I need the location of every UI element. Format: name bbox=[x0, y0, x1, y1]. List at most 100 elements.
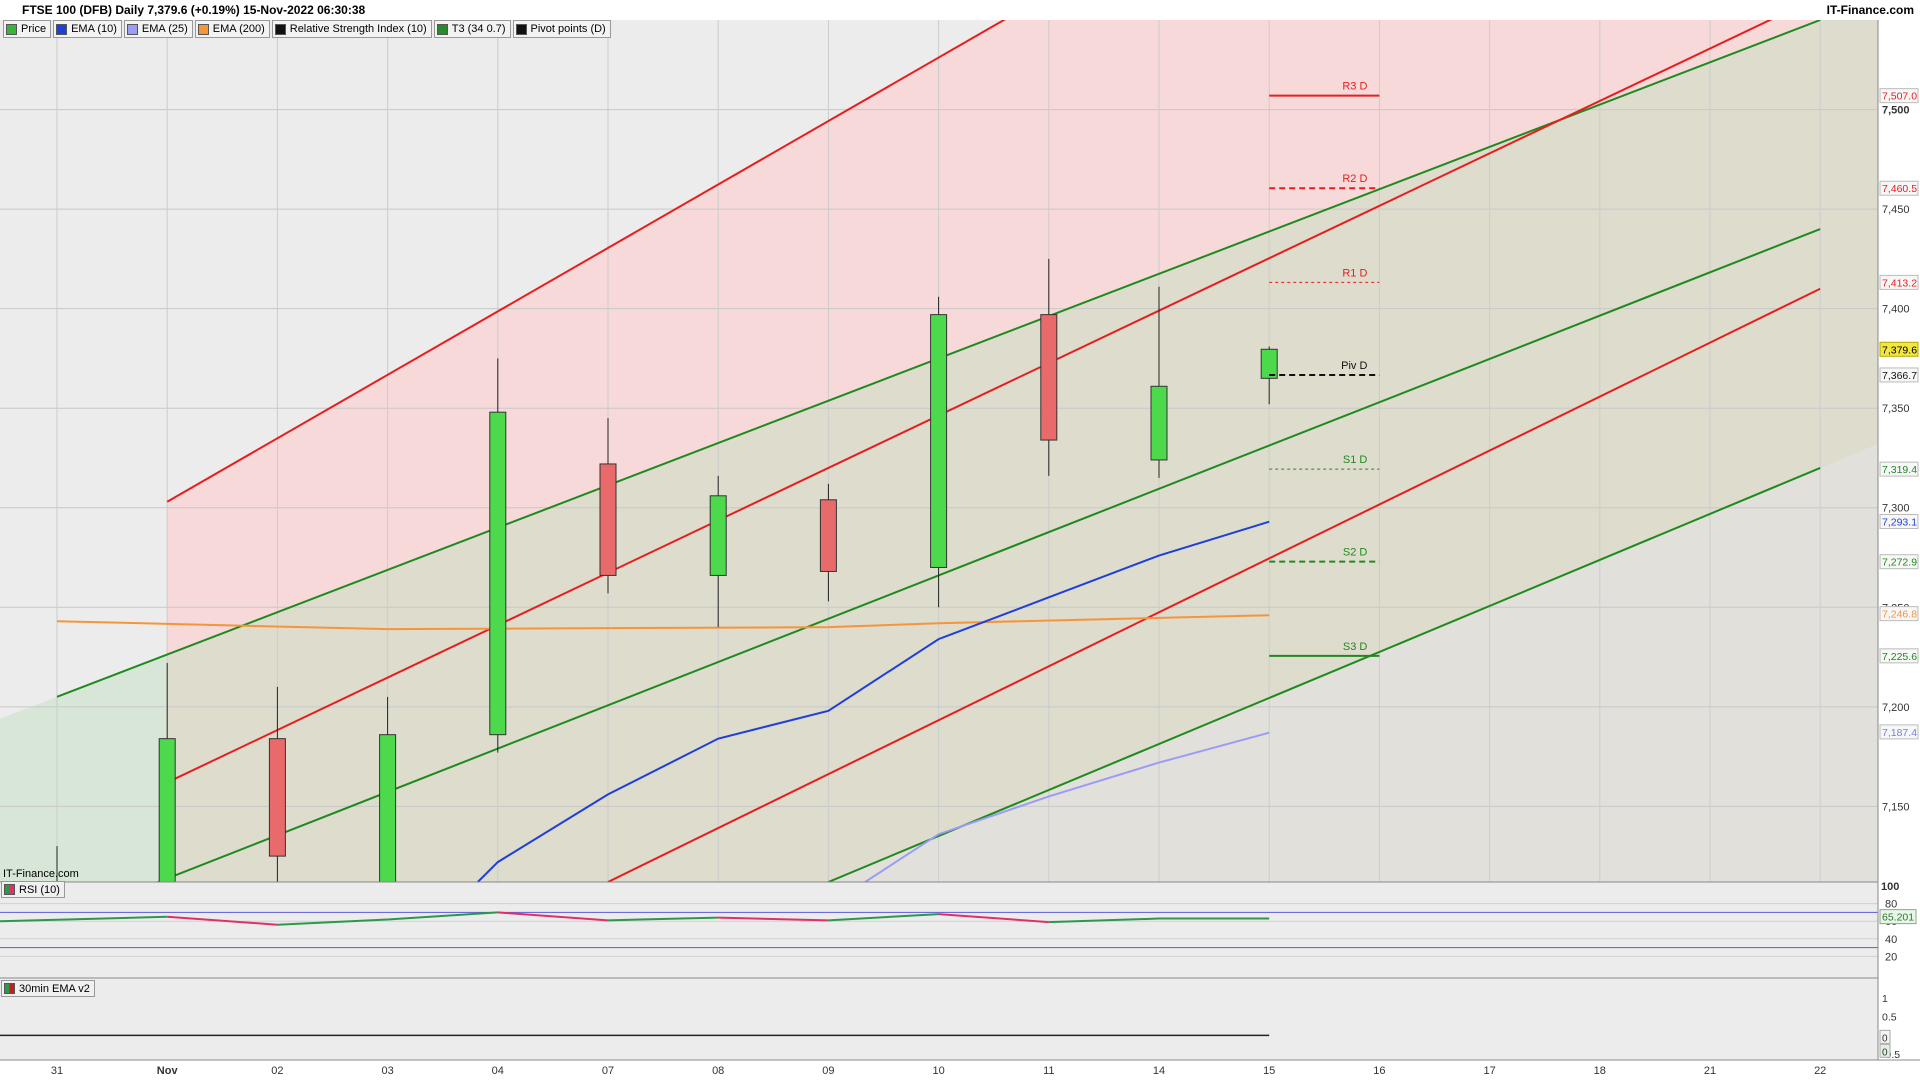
pivot-label: R2 D bbox=[1342, 173, 1367, 185]
value-badge: 7,293.1 bbox=[1879, 513, 1919, 529]
pivot-price-badge: 7,272.9 bbox=[1879, 554, 1919, 570]
ema-value-badge: 0 bbox=[1879, 1029, 1891, 1044]
rsi-panel-tag[interactable]: RSI (10) bbox=[1, 881, 65, 898]
legend-item[interactable]: EMA (200) bbox=[194, 20, 270, 38]
badge-text: 7,413.2 bbox=[1882, 277, 1917, 289]
badge-text: 7,246.8 bbox=[1882, 609, 1917, 621]
value-badge: 7,246.8 bbox=[1879, 606, 1919, 622]
legend-swatch-icon bbox=[515, 23, 527, 35]
x-tick-label: 15 bbox=[1263, 1065, 1275, 1077]
candle-body-down bbox=[1040, 314, 1058, 441]
chart-title: FTSE 100 (DFB) Daily 7,379.6 (+0.19%) 15… bbox=[22, 3, 366, 17]
x-tick-label: 10 bbox=[932, 1065, 944, 1077]
x-tick-label: 07 bbox=[602, 1065, 614, 1077]
badge-text: 0 bbox=[1882, 1033, 1888, 1044]
y-tick-label: 7,450 bbox=[1882, 204, 1910, 216]
badge-text: 7,293.1 bbox=[1882, 516, 1917, 528]
pivot-price-badge: 7,460.5 bbox=[1879, 180, 1919, 196]
candle-body-down bbox=[599, 463, 617, 576]
pivot-label: S3 D bbox=[1343, 641, 1368, 653]
x-axis-background bbox=[0, 1060, 1920, 1080]
legend-swatch-icon bbox=[56, 23, 68, 35]
x-tick-label: 14 bbox=[1153, 1065, 1165, 1077]
rsi-tick-label: 80 bbox=[1885, 899, 1897, 911]
x-tick-label: 18 bbox=[1594, 1065, 1606, 1077]
legend-label: Pivot points (D) bbox=[530, 23, 606, 35]
pivot-price-badge: 7,366.7 bbox=[1879, 367, 1919, 383]
legend-item[interactable]: Pivot points (D) bbox=[512, 20, 611, 38]
legend-label: T3 (34 0.7) bbox=[451, 23, 506, 35]
x-tick-label: 17 bbox=[1483, 1065, 1495, 1077]
value-badge: 7,187.4 bbox=[1879, 724, 1919, 740]
pivot-label: R3 D bbox=[1342, 81, 1367, 93]
x-tick-label: 02 bbox=[271, 1065, 283, 1077]
y-tick-label: 7,200 bbox=[1882, 702, 1910, 714]
legend: Price EMA (10) EMA (25) EMA (200) Relative S… bbox=[3, 20, 611, 38]
ema-panel-background bbox=[0, 978, 1878, 1060]
pivot-price-badge: 7,319.4 bbox=[1879, 461, 1919, 477]
badge-text: 7,460.5 bbox=[1882, 183, 1917, 195]
legend-swatch-icon bbox=[274, 23, 286, 35]
legend-label: EMA (200) bbox=[212, 23, 265, 35]
badge-text: 7,272.9 bbox=[1882, 557, 1917, 569]
rsi-panel-label: RSI (10) bbox=[19, 883, 60, 896]
legend-item[interactable]: EMA (25) bbox=[123, 20, 193, 38]
x-tick-label: 21 bbox=[1704, 1065, 1716, 1077]
candle-body-up bbox=[1150, 385, 1168, 461]
chart-canvas: R3 D R2 D R1 D Piv D S1 D S2 D S3 D 7,150 7,200… bbox=[0, 0, 1920, 1080]
legend-swatch-icon bbox=[436, 23, 448, 35]
badge-text: 7,379.6 bbox=[1882, 344, 1917, 356]
badge-text: 0 bbox=[1882, 1047, 1888, 1058]
x-tick-label: 04 bbox=[492, 1065, 504, 1077]
legend-item[interactable]: Price bbox=[3, 20, 52, 38]
badge-text: 7,366.7 bbox=[1882, 370, 1917, 382]
legend-label: Relative Strength Index (10) bbox=[289, 23, 427, 35]
rsi-current-badge: 65.201 bbox=[1879, 909, 1917, 925]
legend-swatch-icon bbox=[197, 23, 209, 35]
candle-body-up bbox=[158, 738, 176, 882]
x-tick-label: 31 bbox=[51, 1065, 63, 1077]
ema-value-badge: 0 bbox=[1879, 1043, 1891, 1058]
candle bbox=[930, 296, 948, 608]
candle bbox=[489, 358, 507, 753]
badge-text: 7,225.6 bbox=[1882, 651, 1917, 663]
legend-label: EMA (10) bbox=[71, 23, 117, 35]
x-tick-label: 03 bbox=[381, 1065, 393, 1077]
legend-item[interactable]: EMA (10) bbox=[53, 20, 122, 38]
candle-body-up bbox=[379, 734, 397, 882]
rsi-tick-label: 20 bbox=[1885, 951, 1897, 963]
pivot-price-badge: 7,225.6 bbox=[1879, 648, 1919, 664]
ema-panel-tag[interactable]: 30min EMA v2 bbox=[1, 980, 95, 997]
y-tick-label: 7,500 bbox=[1882, 105, 1910, 117]
pivot-price-badge: 7,507.0 bbox=[1879, 88, 1919, 104]
x-tick-label: 09 bbox=[822, 1065, 834, 1077]
legend-label: EMA (25) bbox=[141, 23, 188, 35]
ema-tick-label: 0.5 bbox=[1882, 1012, 1897, 1024]
rsi-swatch-icon bbox=[4, 884, 15, 895]
legend-swatch-icon bbox=[6, 23, 17, 35]
badge-text: 7,187.4 bbox=[1882, 727, 1917, 739]
badge-text: 7,319.4 bbox=[1882, 464, 1917, 476]
y-tick-label: 7,300 bbox=[1882, 503, 1910, 515]
value-badge: 7,379.6 bbox=[1879, 341, 1919, 357]
pivot-label: S1 D bbox=[1343, 454, 1368, 466]
x-tick-label: 08 bbox=[712, 1065, 724, 1077]
y-tick-label: 7,150 bbox=[1882, 801, 1910, 813]
x-tick-label: 11 bbox=[1043, 1065, 1054, 1077]
rsi-tick-label: 100 bbox=[1881, 881, 1899, 893]
brand-link[interactable]: IT-Finance.com bbox=[1827, 3, 1914, 17]
legend-item[interactable]: T3 (34 0.7) bbox=[433, 20, 511, 38]
pivot-price-badge: 7,413.2 bbox=[1879, 274, 1919, 290]
candle-body-up bbox=[930, 314, 948, 568]
badge-text: 65.201 bbox=[1882, 912, 1914, 924]
pivot-label: S2 D bbox=[1343, 547, 1368, 559]
legend-label: Price bbox=[21, 23, 47, 35]
legend-item[interactable]: Relative Strength Index (10) bbox=[271, 20, 432, 38]
candle-body-up bbox=[709, 495, 727, 576]
ema-panel-label: 30min EMA v2 bbox=[19, 982, 90, 995]
rsi-background bbox=[0, 882, 1878, 978]
x-tick-label: 22 bbox=[1814, 1065, 1826, 1077]
candle-body-up bbox=[489, 411, 507, 736]
candle-body-down bbox=[819, 499, 837, 572]
badge-text: 7,507.0 bbox=[1882, 91, 1917, 103]
